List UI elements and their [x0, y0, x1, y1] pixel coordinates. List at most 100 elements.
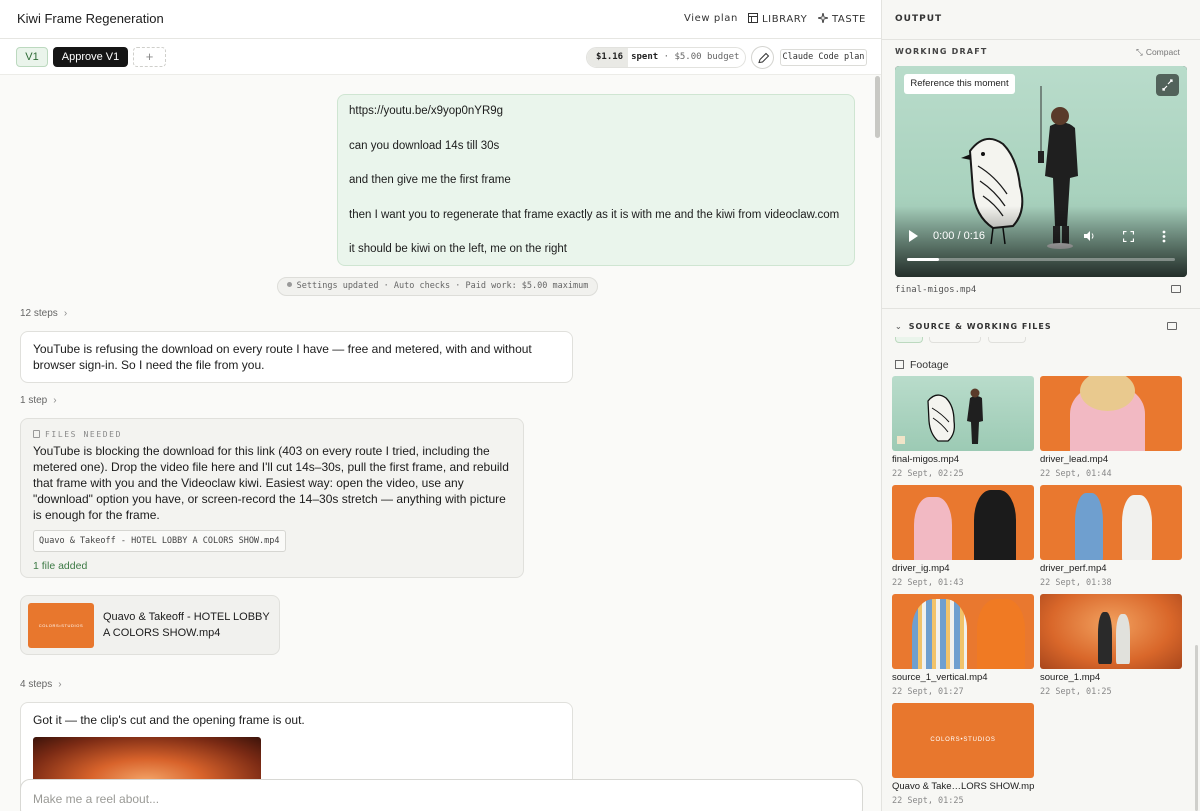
file-name: source_1_vertical.mp4	[892, 672, 988, 683]
file-date: 22 Sept, 01:38	[1040, 578, 1112, 588]
divider	[882, 39, 1200, 40]
person-figure	[914, 497, 952, 560]
compact-button[interactable]: ⤡ Compact	[1136, 47, 1180, 58]
thumbnail-text: COLORS•STUDIOS	[930, 737, 996, 743]
volume-icon[interactable]	[1083, 230, 1095, 242]
compact-label: Compact	[1145, 47, 1180, 57]
filter-chip[interactable]	[895, 337, 923, 343]
user-message: https://youtu.be/x9yop0nYR9g can you dow…	[337, 94, 855, 266]
add-version-button[interactable]: +	[133, 47, 166, 67]
plan-chip[interactable]: Claude Code plan	[780, 49, 867, 66]
film-icon	[895, 360, 904, 369]
working-draft-label: WORKING DRAFT	[895, 47, 988, 56]
file-name: source_1.mp4	[1040, 672, 1101, 683]
file-thumbnail: COLORS•STUDIOS	[892, 703, 1034, 778]
files-needed-text: FILES NEEDED	[45, 430, 122, 439]
taste-link[interactable]: TASTE	[818, 13, 866, 25]
file-name: driver_perf.mp4	[1040, 563, 1107, 574]
steps-count: 4 steps	[20, 679, 53, 690]
library-icon	[748, 13, 758, 23]
files-needed-label: FILES NEEDED	[33, 427, 511, 439]
steps-toggle[interactable]: 1 step ›	[20, 395, 57, 406]
kiwi-thumbnail-art	[897, 388, 983, 444]
attachment-thumbnail: COLORS•STUDIOS	[28, 603, 94, 648]
file-thumbnail	[892, 594, 1034, 669]
status-dot-icon	[286, 282, 292, 287]
user-message-line: can you download 14s till 30s	[349, 139, 500, 152]
budget-total: · $5.00 budget	[663, 52, 740, 62]
video-progress-bar[interactable]	[907, 258, 1175, 261]
source-files-toggle[interactable]: ⌄ SOURCE & WORKING FILES	[895, 322, 1052, 331]
file-thumbnail	[892, 485, 1034, 560]
video-time: 0:00 / 0:16	[933, 230, 985, 242]
budget-indicator: $1.16 spent · $5.00 budget	[586, 47, 746, 68]
file-thumbnail	[892, 376, 1034, 451]
footage-text: Footage	[910, 359, 949, 371]
budget-spent-label: spent	[631, 52, 659, 62]
file-name: driver_lead.mp4	[1040, 454, 1109, 465]
steps-toggle[interactable]: 4 steps ›	[20, 679, 62, 690]
steps-toggle[interactable]: 12 steps ›	[20, 308, 67, 319]
chevron-right-icon: ›	[58, 679, 62, 690]
approve-button[interactable]: Approve V1	[53, 47, 128, 67]
fullscreen-icon[interactable]	[1123, 231, 1134, 242]
chevron-right-icon: ›	[53, 395, 57, 406]
expand-icon	[1162, 79, 1173, 91]
files-needed-message: FILES NEEDED YouTube is blocking the dow…	[20, 418, 524, 578]
chat-pane: Kiwi Frame Regeneration View plan LIBRAR…	[0, 0, 882, 811]
composer-placeholder: Make me a reel about...	[33, 792, 160, 806]
files-added-status: 1 file added	[33, 560, 88, 572]
file-name: Quavo & Take…LORS SHOW.mp4	[892, 781, 1034, 792]
file-date: 22 Sept, 01:44	[1040, 469, 1112, 479]
file-date: 22 Sept, 01:27	[892, 687, 964, 697]
files-needed-body: YouTube is blocking the download for thi…	[33, 444, 509, 522]
folder-icon[interactable]	[1171, 285, 1181, 293]
file-date: 22 Sept, 01:43	[892, 578, 964, 588]
file-thumbnail	[1040, 485, 1182, 560]
file-date: 22 Sept, 02:25	[892, 469, 964, 479]
chat-scrollbar[interactable]	[875, 76, 880, 138]
uploaded-file-tag[interactable]: Quavo & Takeoff - HOTEL LOBBY A COLORS S…	[33, 530, 286, 552]
library-link[interactable]: LIBRARY	[748, 13, 807, 25]
person-figure	[1122, 495, 1152, 560]
folder-icon[interactable]	[1167, 322, 1177, 330]
output-header: OUTPUT	[895, 14, 943, 24]
filter-chip[interactable]	[988, 337, 1026, 343]
sparkle-icon	[818, 13, 828, 23]
filter-chip[interactable]	[929, 337, 981, 343]
output-file-name[interactable]: final-migos.mp4	[895, 285, 976, 295]
pencil-icon	[758, 52, 770, 64]
user-message-line: https://youtu.be/x9yop0nYR9g	[349, 105, 504, 117]
message-composer[interactable]: Make me a reel about...	[20, 779, 863, 811]
view-plan-link[interactable]: View plan	[684, 13, 738, 24]
output-pane: OUTPUT WORKING DRAFT ⤡ Compact Reference…	[882, 0, 1200, 811]
video-player[interactable]: Reference this moment 0:00 / 0:16	[895, 66, 1187, 277]
video-progress-fill	[907, 258, 940, 261]
reference-moment-button[interactable]: Reference this moment	[904, 74, 1015, 94]
more-options-icon[interactable]	[1162, 230, 1166, 243]
footage-section-label: Footage	[895, 359, 949, 371]
version-toolbar: V1 Approve V1 + $1.16 spent · $5.00 budge…	[0, 39, 881, 75]
steps-count: 1 step	[20, 395, 48, 406]
user-message-line: it should be kiwi on the left, me on the…	[349, 243, 567, 255]
file-thumbnail	[1040, 376, 1182, 451]
file-thumbnail	[1040, 594, 1182, 669]
steps-count: 12 steps	[20, 308, 58, 319]
person-figure	[1116, 614, 1130, 664]
edit-budget-button[interactable]	[751, 46, 774, 69]
attachment-card[interactable]: COLORS•STUDIOS Quavo & Takeoff - HOTEL L…	[20, 595, 280, 655]
output-scrollbar[interactable]	[1195, 645, 1198, 811]
assistant-message-text: Got it — the clip's cut and the opening …	[33, 713, 305, 727]
expand-button[interactable]	[1156, 74, 1179, 96]
budget-spent-value: $1.16	[587, 48, 629, 67]
file-name: final-migos.mp4	[892, 454, 960, 465]
person-figure	[974, 490, 1016, 560]
version-chip[interactable]: V1	[16, 47, 48, 67]
play-icon[interactable]	[909, 230, 918, 242]
attachment-name: Quavo & Takeoff - HOTEL LOBBY A COLORS S…	[103, 611, 270, 639]
user-message-line: then I want you to regenerate that frame…	[349, 208, 840, 221]
settings-status-pill: Settings updated · Auto checks · Paid wo…	[277, 277, 598, 296]
person-figure	[1098, 612, 1112, 664]
collapse-icon: ⤡	[1136, 47, 1143, 57]
file-name: driver_ig.mp4	[892, 563, 950, 574]
